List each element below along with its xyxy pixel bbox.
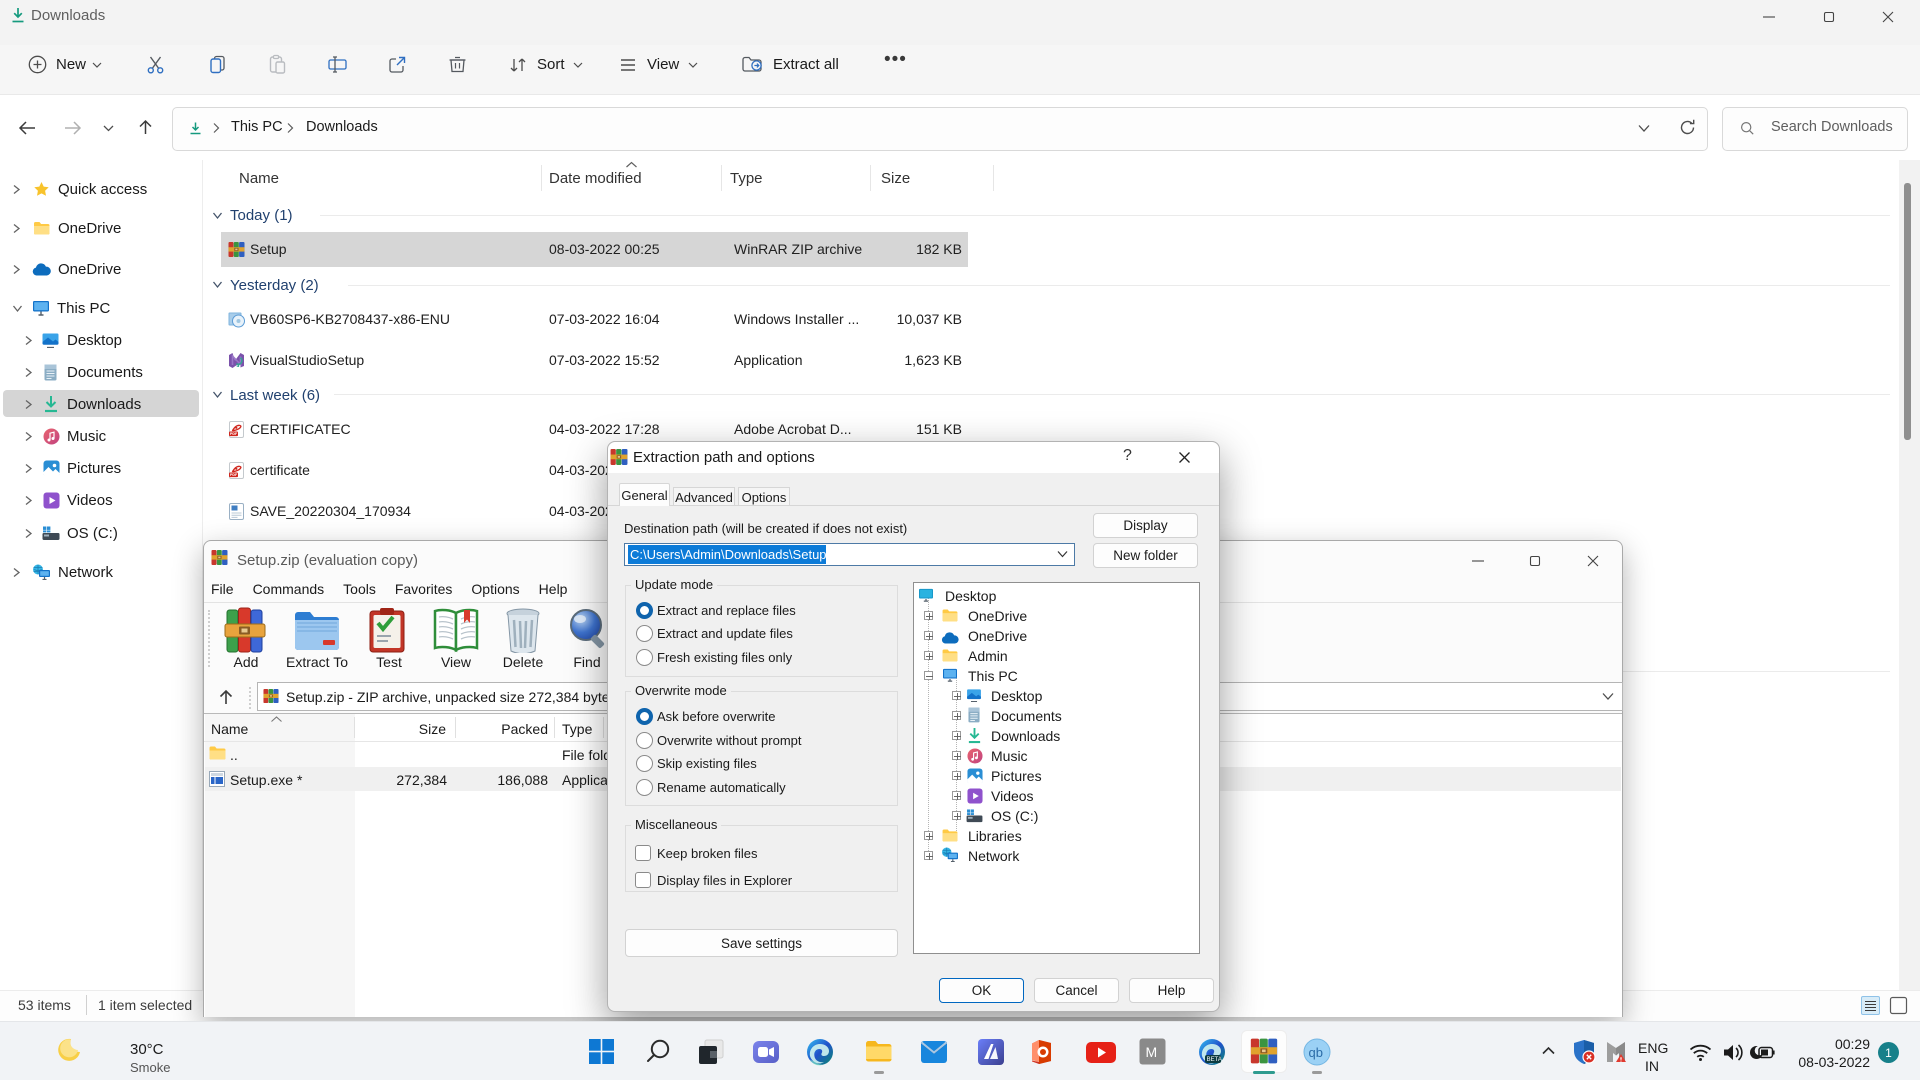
svg-text:PDF: PDF [230,432,238,436]
svg-text:qb: qb [1309,1045,1323,1060]
svg-text:PDF: PDF [230,473,238,477]
svg-text:BETA: BETA [1207,1057,1222,1063]
svg-text:M: M [1146,1044,1158,1060]
